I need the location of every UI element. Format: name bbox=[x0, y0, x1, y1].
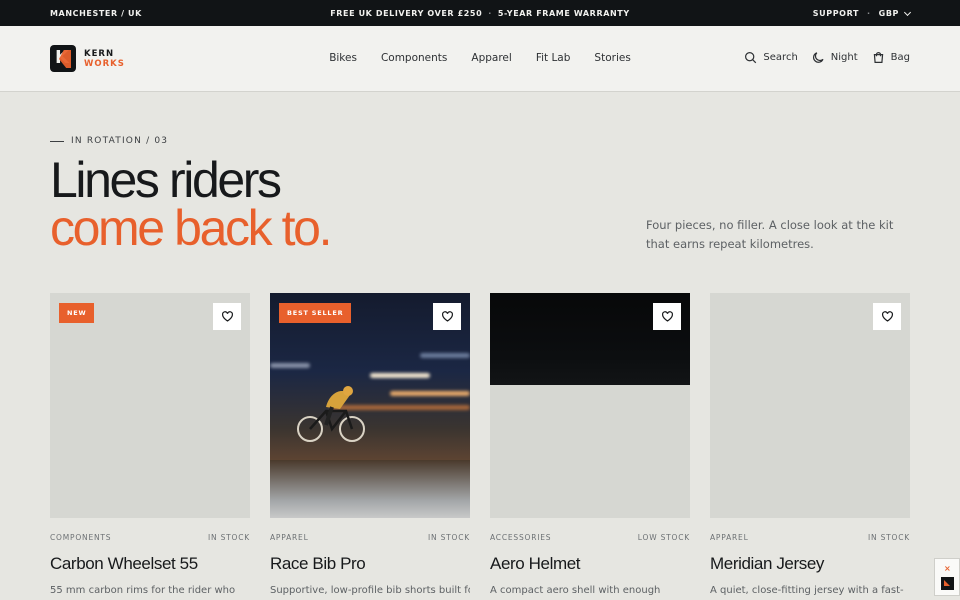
utility-separator: · bbox=[867, 9, 871, 18]
section-intro: Four pieces, no filler. A close look at … bbox=[646, 218, 894, 251]
eyebrow-rule bbox=[50, 140, 64, 142]
product-title[interactable]: Meridian Jersey bbox=[710, 554, 910, 574]
product-description: A compact aero shell with enough bbox=[490, 585, 661, 596]
site-header: K KERN WORKS Bikes Components Apparel Fi… bbox=[0, 26, 960, 92]
nav-item-fit-lab[interactable]: Fit Lab bbox=[536, 52, 571, 64]
product-card[interactable]: NEW COMPONENTS IN STOCK Carbon Wheelset … bbox=[50, 293, 250, 596]
nav-item-apparel[interactable]: Apparel bbox=[471, 52, 511, 64]
heart-icon bbox=[221, 311, 233, 322]
product-title[interactable]: Carbon Wheelset 55 bbox=[50, 554, 250, 574]
widget-logo-icon bbox=[941, 577, 954, 590]
product-card[interactable]: APPAREL IN STOCK Meridian Jersey A quiet… bbox=[710, 293, 910, 596]
headline-line-1: Lines riders bbox=[50, 152, 282, 208]
product-badge: NEW bbox=[59, 303, 95, 323]
support-link[interactable]: SUPPORT bbox=[813, 9, 859, 18]
product-badge: BEST SELLER bbox=[279, 303, 352, 323]
wishlist-button[interactable] bbox=[213, 303, 241, 330]
search-label: Search bbox=[763, 52, 798, 63]
floating-widget[interactable]: × bbox=[934, 558, 960, 596]
announcement-bar: MANCHESTER / UK FREE UK DELIVERY OVER £2… bbox=[0, 0, 960, 26]
wishlist-button[interactable] bbox=[873, 303, 901, 330]
product-card[interactable]: BEST SELLER APPAREL IN STOCK Race Bib Pr… bbox=[270, 293, 470, 596]
eyebrow-text: IN ROTATION / 03 bbox=[71, 136, 169, 146]
close-icon[interactable]: × bbox=[944, 564, 951, 573]
night-label: Night bbox=[830, 52, 858, 63]
night-mode-toggle[interactable]: Night bbox=[812, 51, 858, 64]
product-description: 55 mm carbon rims for the rider who bbox=[50, 585, 236, 596]
bag-label: Bag bbox=[890, 52, 910, 63]
product-meta: COMPONENTS IN STOCK bbox=[50, 533, 250, 542]
header-actions: Search Night Bag bbox=[744, 51, 910, 64]
stock-status: IN STOCK bbox=[867, 533, 910, 542]
currency-selector[interactable]: GBP bbox=[879, 9, 899, 18]
product-description: Supportive, low-profile bib shorts built… bbox=[270, 585, 470, 596]
product-title[interactable]: Aero Helmet bbox=[490, 554, 690, 574]
wishlist-button[interactable] bbox=[653, 303, 681, 330]
product-title[interactable]: Race Bib Pro bbox=[270, 554, 470, 574]
search-icon bbox=[745, 52, 757, 64]
section-eyebrow: IN ROTATION / 03 bbox=[50, 136, 168, 146]
moon-icon bbox=[812, 52, 824, 63]
product-category: APPAREL bbox=[270, 533, 309, 542]
product-category: COMPONENTS bbox=[50, 533, 112, 542]
page-title: Lines riders come back to. bbox=[50, 152, 332, 256]
chevron-down-icon[interactable] bbox=[903, 8, 912, 16]
product-image[interactable] bbox=[710, 293, 910, 518]
bag-icon bbox=[873, 52, 883, 63]
promo-delivery: FREE UK DELIVERY OVER £250 bbox=[330, 9, 483, 18]
heart-icon bbox=[881, 311, 893, 322]
wishlist-button[interactable] bbox=[433, 303, 461, 330]
product-category: APPAREL bbox=[710, 533, 749, 542]
product-grid: NEW COMPONENTS IN STOCK Carbon Wheelset … bbox=[50, 293, 910, 596]
headline-line-2: come back to. bbox=[50, 200, 332, 256]
road-surface bbox=[270, 460, 470, 518]
product-image[interactable]: BEST SELLER bbox=[270, 293, 470, 518]
promo-warranty: 5-YEAR FRAME WARRANTY bbox=[497, 9, 630, 18]
product-meta: APPAREL IN STOCK bbox=[710, 533, 910, 542]
promo-separator: · bbox=[488, 9, 492, 18]
stock-status: LOW STOCK bbox=[637, 533, 690, 542]
stock-status: IN STOCK bbox=[427, 533, 470, 542]
heart-icon bbox=[661, 311, 673, 322]
nav-item-bikes[interactable]: Bikes bbox=[329, 52, 357, 64]
product-image[interactable]: NEW bbox=[50, 293, 250, 518]
product-image[interactable] bbox=[490, 293, 690, 518]
product-category: ACCESSORIES bbox=[490, 533, 552, 542]
stock-status: IN STOCK bbox=[207, 533, 250, 542]
nav-item-components[interactable]: Components bbox=[381, 52, 447, 64]
heart-icon bbox=[441, 311, 453, 322]
product-card[interactable]: ACCESSORIES LOW STOCK Aero Helmet A comp… bbox=[490, 293, 690, 596]
product-meta: ACCESSORIES LOW STOCK bbox=[490, 533, 690, 542]
nav-item-stories[interactable]: Stories bbox=[594, 52, 630, 64]
topbar-utilities: SUPPORT · GBP bbox=[813, 8, 912, 18]
product-meta: APPAREL IN STOCK bbox=[270, 533, 470, 542]
bag-button[interactable]: Bag bbox=[872, 51, 910, 64]
search-button[interactable]: Search bbox=[744, 51, 798, 64]
cyclist-illustration bbox=[297, 386, 365, 442]
product-description: A quiet, close-fitting jersey with a fas… bbox=[710, 585, 904, 596]
